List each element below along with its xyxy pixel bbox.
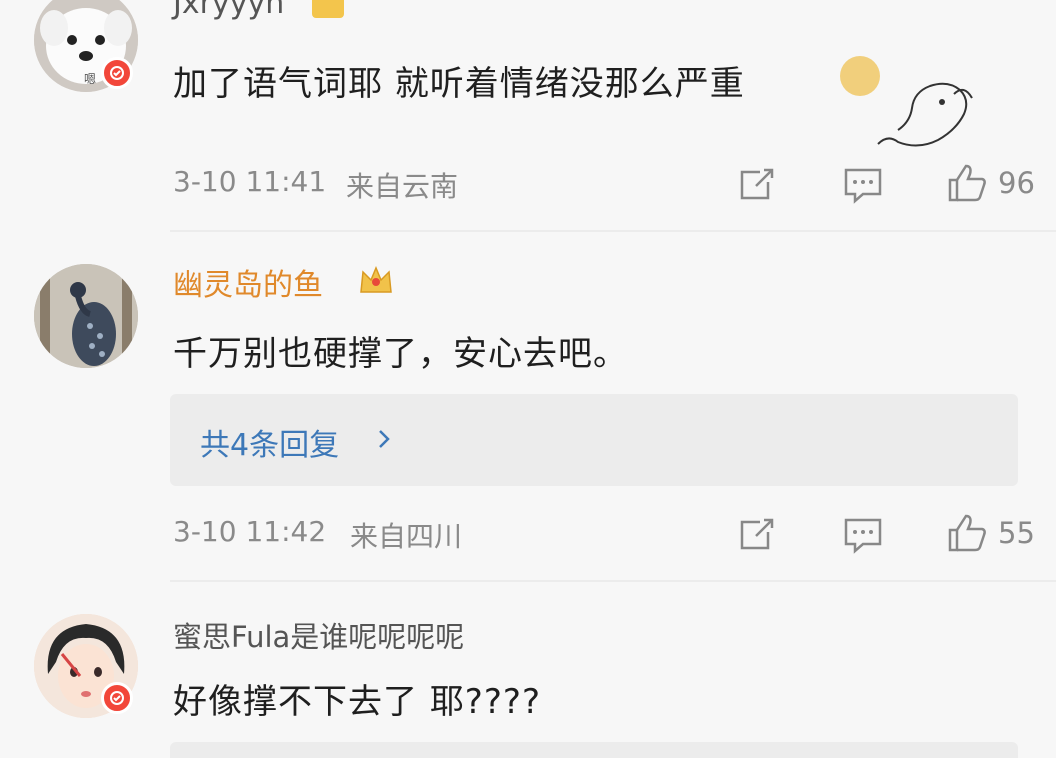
peacock-avatar-icon [34,264,138,368]
comment-item: 幽灵岛的鱼 千万别也硬撑了，安心去吧。 共4条回复 3-10 11:42 来自四… [0,230,1056,580]
thumbs-up-icon [948,164,986,202]
comment-username[interactable]: 幽灵岛的鱼 [173,260,323,304]
thumbs-up-icon [948,514,986,552]
comment-username[interactable]: 蜜思Fula是谁呢呢呢呢 [173,614,464,656]
chevron-right-icon [379,430,390,448]
share-button[interactable] [738,166,776,202]
verified-badge-icon [101,57,133,89]
comment-text: 加了语气词耶 就听着情绪没那么严重 [173,64,745,104]
like-count: 96 [998,166,1035,200]
vip-crown-icon [357,264,395,298]
comment-text: 千万别也硬撑了，安心去吧。 [173,334,628,374]
like-count: 55 [998,516,1035,550]
like-button[interactable]: 55 [946,512,1035,554]
comment-icon [844,168,882,204]
comment-icon [844,518,882,554]
comment-time: 3-10 11:41 [173,165,327,198]
like-button[interactable]: 96 [946,162,1035,204]
verified-badge-icon [101,682,133,714]
doodle-dog-sticker-icon [877,82,973,147]
share-icon [740,518,774,550]
comment-item: 蜜思Fula是谁呢呢呢呢 好像撑不下去了 耶???? [0,580,1056,758]
comment-feed: 嗯 Jxryyyn 加了语气词耶 就听着情绪没那么严重 3-10 11:41 来… [0,0,1056,758]
replies-panel[interactable] [170,742,1018,758]
reply-button[interactable] [843,166,883,204]
avatar-caption: 嗯 [84,72,97,86]
share-button[interactable] [738,516,776,552]
share-icon [740,168,774,200]
replies-panel[interactable]: 共4条回复 [170,394,1018,486]
reply-button[interactable] [843,516,883,554]
view-replies-link[interactable]: 共4条回复 [200,420,339,464]
comment-location: 来自云南 [346,170,459,203]
avatar[interactable] [34,264,138,368]
comment-item: 嗯 Jxryyyn 加了语气词耶 就听着情绪没那么严重 3-10 11:41 来… [0,0,1056,230]
comment-username[interactable]: Jxryyyn [173,0,284,21]
comment-text: 好像撑不下去了 耶???? [173,682,541,722]
comment-location: 来自四川 [350,520,463,553]
comment-time: 3-10 11:42 [173,515,327,548]
vip-crown-icon [312,0,344,18]
